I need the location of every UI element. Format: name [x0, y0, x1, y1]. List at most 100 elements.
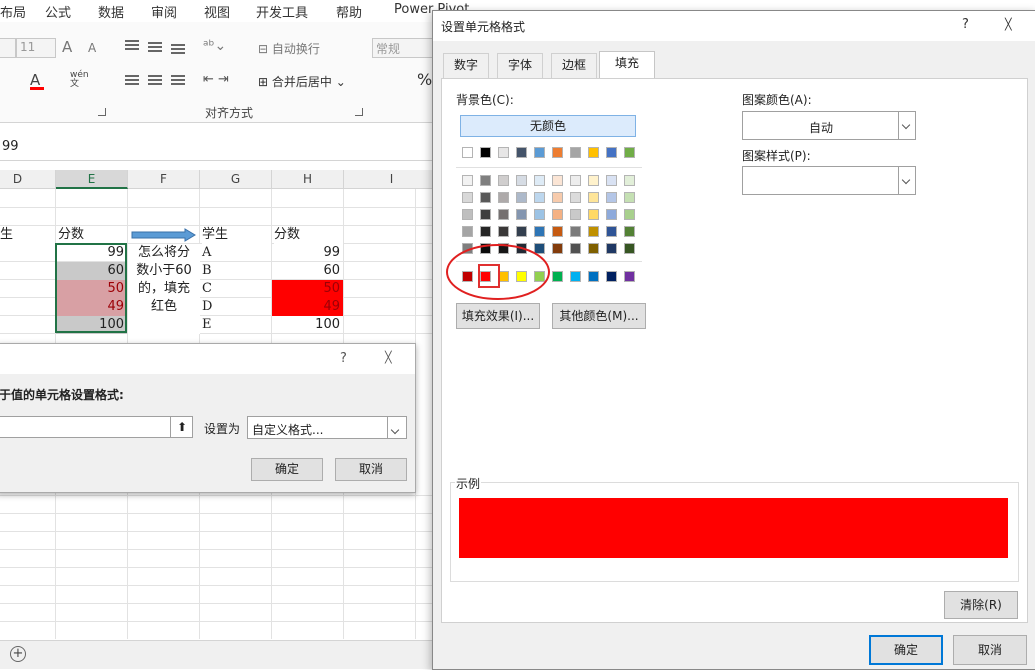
- align-right-icon[interactable]: [171, 75, 185, 85]
- tint-color-swatch[interactable]: [606, 243, 617, 254]
- formula-bar[interactable]: 99: [0, 134, 440, 161]
- align-left-icon[interactable]: [125, 75, 139, 85]
- wrap-text-button[interactable]: ⊟ 自动换行: [258, 40, 320, 57]
- tint-color-swatch[interactable]: [624, 192, 635, 203]
- tint-color-swatch[interactable]: [498, 226, 509, 237]
- tint-color-swatch[interactable]: [534, 209, 545, 220]
- tint-color-swatch[interactable]: [606, 192, 617, 203]
- tab-number[interactable]: 数字: [443, 53, 489, 78]
- tab-formulas[interactable]: 公式: [45, 2, 71, 21]
- tint-color-swatch[interactable]: [534, 226, 545, 237]
- cancel-button[interactable]: 取消: [953, 635, 1027, 665]
- tab-view[interactable]: 视图: [204, 2, 230, 21]
- tint-color-swatch[interactable]: [516, 226, 527, 237]
- merge-center-button[interactable]: ⊞ 合并后居中 ⌄: [258, 73, 346, 90]
- range-select-icon[interactable]: ⬆: [170, 417, 193, 437]
- align-bottom-icon[interactable]: [171, 44, 185, 54]
- standard-color-swatch[interactable]: [606, 271, 617, 282]
- theme-color-swatch[interactable]: [606, 147, 617, 158]
- tint-color-swatch[interactable]: [480, 226, 491, 237]
- theme-color-swatch[interactable]: [570, 147, 581, 158]
- tint-color-swatch[interactable]: [516, 209, 527, 220]
- tint-color-swatch[interactable]: [498, 209, 509, 220]
- tint-color-swatch[interactable]: [480, 209, 491, 220]
- tab-review[interactable]: 审阅: [151, 2, 177, 21]
- align-middle-icon[interactable]: [148, 42, 162, 52]
- tint-color-swatch[interactable]: [516, 192, 527, 203]
- column-header-i[interactable]: I: [344, 170, 440, 189]
- column-header-g[interactable]: G: [200, 170, 272, 189]
- cell-h-header[interactable]: 分数: [274, 226, 343, 244]
- tab-border[interactable]: 边框: [551, 53, 597, 78]
- tint-color-swatch[interactable]: [624, 226, 635, 237]
- phonetic-guide-icon[interactable]: wén 文: [70, 71, 89, 89]
- tint-color-swatch[interactable]: [570, 175, 581, 186]
- fill-effects-button[interactable]: 填充效果(I)...: [456, 303, 540, 329]
- pattern-color-select[interactable]: 自动: [742, 111, 916, 140]
- cell-h-value[interactable]: 49: [272, 298, 343, 316]
- cell-h-value[interactable]: 50: [272, 280, 343, 298]
- column-header-e[interactable]: E: [56, 170, 128, 189]
- alignment-launcher-icon[interactable]: [355, 108, 363, 116]
- tint-color-swatch[interactable]: [552, 175, 563, 186]
- standard-color-swatch[interactable]: [624, 271, 635, 282]
- tint-color-swatch[interactable]: [624, 175, 635, 186]
- cell-g-student[interactable]: B: [202, 262, 271, 280]
- tint-color-swatch[interactable]: [570, 243, 581, 254]
- align-top-icon[interactable]: [125, 40, 139, 50]
- cancel-button[interactable]: 取消: [335, 458, 407, 481]
- cell-g-student[interactable]: D: [202, 298, 271, 316]
- tint-color-swatch[interactable]: [606, 226, 617, 237]
- cell-g-header[interactable]: 学生: [202, 226, 271, 244]
- column-header-f[interactable]: F: [128, 170, 200, 189]
- number-format-box[interactable]: 常规: [372, 38, 440, 58]
- column-header-d[interactable]: D: [0, 170, 56, 189]
- font-launcher-icon[interactable]: [98, 108, 106, 116]
- tint-color-swatch[interactable]: [570, 192, 581, 203]
- pattern-style-select[interactable]: [742, 166, 916, 195]
- help-icon[interactable]: ?: [340, 351, 347, 366]
- standard-color-swatch[interactable]: [570, 271, 581, 282]
- tab-layout[interactable]: 布局: [0, 2, 26, 21]
- tint-color-swatch[interactable]: [624, 209, 635, 220]
- theme-color-swatch[interactable]: [516, 147, 527, 158]
- theme-color-swatch[interactable]: [462, 147, 473, 158]
- tint-color-swatch[interactable]: [480, 192, 491, 203]
- tab-fill[interactable]: 填充: [599, 51, 655, 78]
- clear-button[interactable]: 清除(R): [944, 591, 1018, 619]
- close-icon[interactable]: ╳: [1005, 18, 1012, 31]
- tint-color-swatch[interactable]: [552, 226, 563, 237]
- tint-color-swatch[interactable]: [462, 192, 473, 203]
- tint-color-swatch[interactable]: [534, 175, 545, 186]
- more-colors-button[interactable]: 其他颜色(M)...: [552, 303, 646, 329]
- tint-color-swatch[interactable]: [498, 192, 509, 203]
- theme-color-swatch[interactable]: [498, 147, 509, 158]
- tint-color-swatch[interactable]: [606, 175, 617, 186]
- theme-color-swatch[interactable]: [624, 147, 635, 158]
- tint-color-swatch[interactable]: [462, 209, 473, 220]
- threshold-input[interactable]: ⬆: [0, 416, 193, 438]
- font-name-box[interactable]: [0, 38, 16, 58]
- cell-d-header[interactable]: 生: [0, 226, 55, 244]
- tab-help[interactable]: 帮助: [336, 2, 362, 21]
- tab-developer[interactable]: 开发工具: [256, 2, 308, 21]
- theme-color-swatch[interactable]: [480, 147, 491, 158]
- indent-icon[interactable]: ⇤ ⇥: [203, 72, 229, 87]
- tint-color-swatch[interactable]: [552, 209, 563, 220]
- tint-color-swatch[interactable]: [552, 192, 563, 203]
- tint-color-swatch[interactable]: [606, 209, 617, 220]
- font-color-button[interactable]: A: [30, 71, 44, 90]
- cell-h-value[interactable]: 99: [272, 244, 343, 262]
- theme-color-swatch[interactable]: [588, 147, 599, 158]
- help-icon[interactable]: ?: [962, 17, 969, 32]
- cell-g-student[interactable]: A: [202, 244, 271, 262]
- cell-g-student[interactable]: C: [202, 280, 271, 298]
- no-color-button[interactable]: 无颜色: [460, 115, 636, 137]
- tint-color-swatch[interactable]: [588, 175, 599, 186]
- tint-color-swatch[interactable]: [588, 226, 599, 237]
- tint-color-swatch[interactable]: [588, 243, 599, 254]
- tint-color-swatch[interactable]: [588, 209, 599, 220]
- cell-h-value[interactable]: 100: [272, 316, 343, 334]
- orientation-icon[interactable]: ᵃᵇ⌄: [203, 38, 226, 54]
- tint-color-swatch[interactable]: [570, 209, 581, 220]
